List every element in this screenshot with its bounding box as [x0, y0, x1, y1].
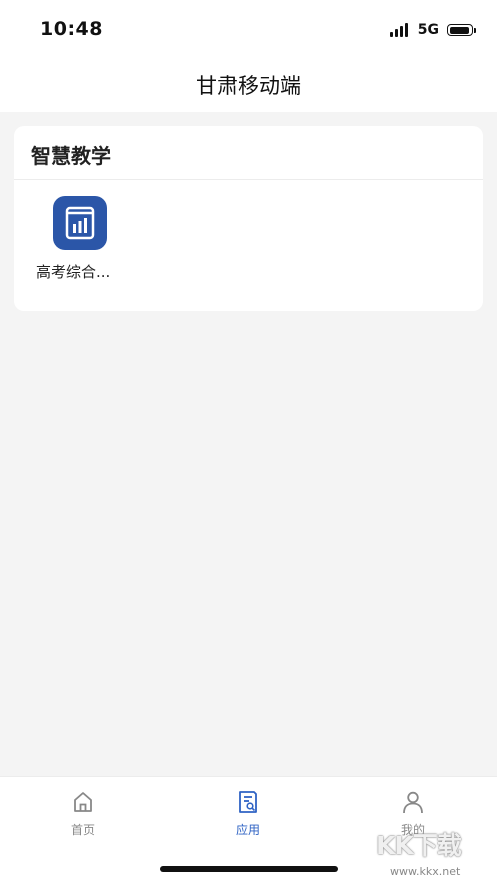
watermark-text: KK下载: [376, 831, 462, 860]
battery-icon: [447, 24, 476, 36]
divider: [14, 179, 483, 180]
page-title: 甘肃移动端: [196, 74, 301, 98]
section-card: 智慧教学 高考综合...: [14, 126, 483, 311]
tab-label: 首页: [70, 823, 95, 837]
section-title: 智慧教学: [31, 144, 111, 168]
network-type: 5G: [417, 22, 439, 38]
home-indicator: [160, 866, 338, 872]
tab-home[interactable]: 首页: [33, 789, 133, 839]
app-tile-gaokao[interactable]: 高考综合...: [36, 196, 126, 286]
status-time: 10:48: [40, 18, 103, 40]
watermark-url: www.kkx.net: [390, 865, 461, 878]
top-bar: 10:48 5G 甘肃移动端: [0, 0, 497, 112]
signal-icon: [389, 23, 410, 37]
watermark: KK下载 www.kkx.net: [376, 826, 492, 878]
user-icon: [403, 791, 423, 814]
app-label: 高考综合...: [36, 263, 111, 281]
document-search-icon: [239, 791, 257, 813]
tab-apps[interactable]: 应用: [198, 789, 298, 839]
book-chart-icon: [53, 196, 107, 250]
home-icon: [74, 792, 92, 812]
tab-label: 应用: [235, 823, 260, 837]
status-indicators: 5G: [389, 22, 476, 38]
